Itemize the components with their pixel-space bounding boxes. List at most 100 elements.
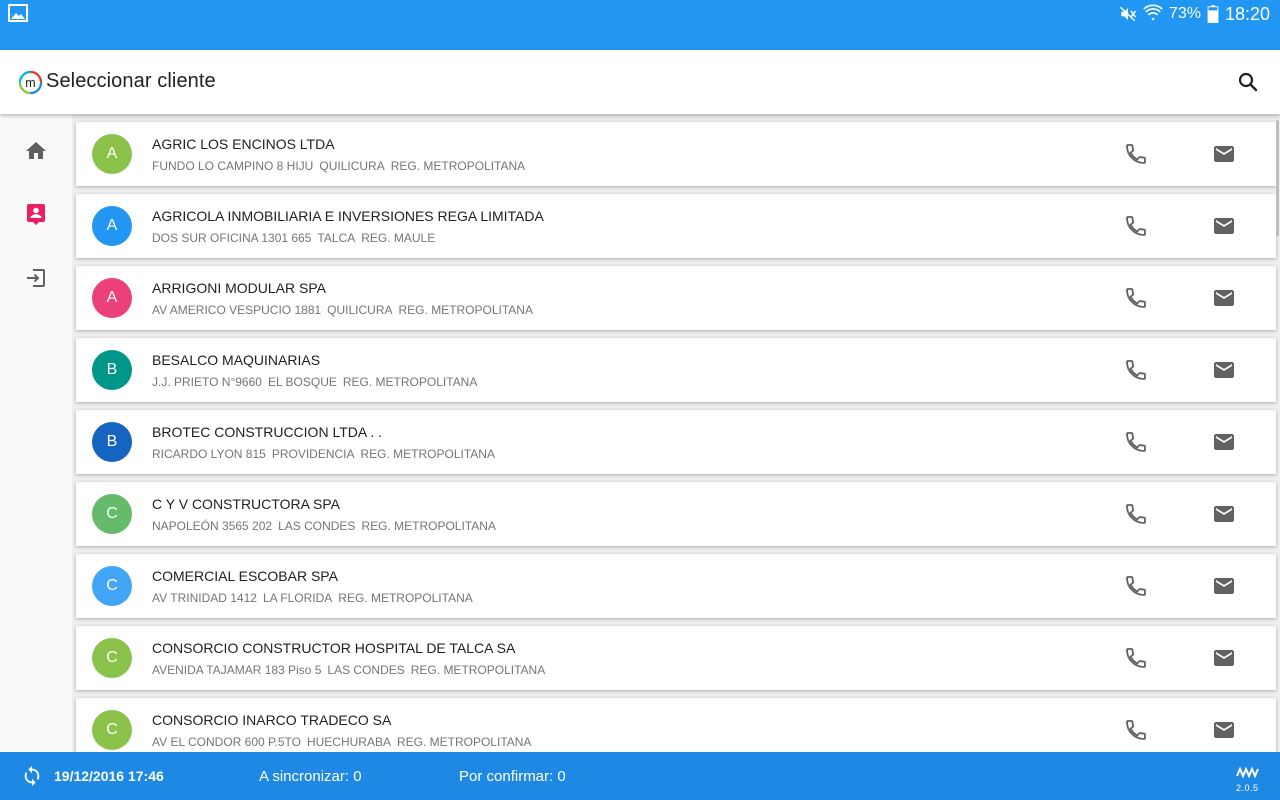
address-city: QUILICURA <box>327 303 393 317</box>
client-row[interactable]: C CONSORCIO CONSTRUCTOR HOSPITAL DE TALC… <box>76 626 1276 690</box>
email-icon[interactable] <box>1212 574 1236 598</box>
app-logo-letter: m <box>25 76 35 90</box>
client-row[interactable]: C COMERCIAL ESCOBAR SPA AV TRINIDAD 1412… <box>76 554 1276 618</box>
avatar-initial: C <box>106 721 118 738</box>
search-icon[interactable] <box>1236 70 1260 94</box>
client-avatar: C <box>92 566 132 606</box>
address-region: REG. METROPOLITANA <box>398 303 533 317</box>
address-region: REG. METROPOLITANA <box>410 663 546 677</box>
last-sync-datetime: 19/12/2016 17:46 <box>54 768 164 784</box>
address-street: RICARDO LYON 815 <box>152 447 266 461</box>
phone-icon[interactable] <box>1124 646 1148 670</box>
address-street: AV EL CONDOR 600 P.5TO <box>152 735 301 749</box>
client-address: FUNDO LO CAMPINO 8 HIJU QUILICURA REG. MET… <box>152 159 525 173</box>
email-icon[interactable] <box>1212 646 1236 670</box>
system-status-bar: 73% 18:20 <box>0 0 1280 50</box>
client-avatar: B <box>92 350 132 390</box>
sync-status-bar: 19/12/2016 17:46 A sincronizar: 0 Por co… <box>0 752 1280 800</box>
address-street: AVENIDA TAJAMAR 183 Piso 5 <box>152 663 322 677</box>
address-city: HUECHURABA <box>306 735 391 749</box>
address-region: REG. MAULE <box>361 231 436 245</box>
status-indicators: 73% 18:20 <box>1119 2 1270 26</box>
client-address: J.J. PRIETO N°9660 EL BOSQUE REG. METROPOL… <box>152 375 477 389</box>
phone-icon[interactable] <box>1124 214 1148 238</box>
clock: 18:20 <box>1224 3 1270 24</box>
phone-icon[interactable] <box>1124 502 1148 526</box>
client-avatar: C <box>92 710 132 750</box>
app-bar: m Seleccionar cliente <box>0 50 1280 114</box>
exit-icon[interactable] <box>24 266 48 290</box>
address-city: QUILICURA <box>319 159 385 173</box>
avatar-initial: C <box>106 505 118 522</box>
app-version: 2.0.5 <box>1236 783 1259 793</box>
address-street: AV AMERICO VESPUCIO 1881 <box>152 303 322 317</box>
client-address: AV AMERICO VESPUCIO 1881 QUILICURA REG. ME… <box>152 303 533 317</box>
address-city: TALCA <box>317 231 356 245</box>
client-name: CONSORCIO CONSTRUCTOR HOSPITAL DE TALCA … <box>152 640 516 656</box>
phone-icon[interactable] <box>1124 430 1148 454</box>
client-avatar: C <box>92 494 132 534</box>
client-name: COMERCIAL ESCOBAR SPA <box>152 568 338 584</box>
address-city: LAS CONDES <box>327 663 405 677</box>
client-avatar: A <box>92 134 132 174</box>
client-avatar: A <box>92 278 132 318</box>
address-region: REG. METROPOLITANA <box>396 735 532 749</box>
sync-icon[interactable] <box>21 765 43 787</box>
address-city: EL BOSQUE <box>267 375 337 389</box>
avatar-initial: B <box>106 361 118 378</box>
pending-confirm-count: Por confirmar: 0 <box>459 768 566 785</box>
address-street: AV TRINIDAD 1412 <box>152 591 257 605</box>
battery-icon <box>1207 5 1219 23</box>
avatar-initial: C <box>106 577 118 594</box>
client-row[interactable]: A AGRICOLA INMOBILIARIA E INVERSIONES RE… <box>76 194 1276 258</box>
client-name: BESALCO MAQUINARIAS <box>152 352 321 368</box>
gallery-notification-icon <box>8 4 28 22</box>
page-title: Seleccionar cliente <box>46 70 216 92</box>
address-region: REG. METROPOLITANA <box>338 591 473 605</box>
address-region: REG. METROPOLITANA <box>361 519 496 533</box>
client-address: NAPOLEÓN 3565 202 LAS CONDES REG. METROPOL… <box>152 519 496 533</box>
email-icon[interactable] <box>1212 142 1236 166</box>
client-row[interactable]: A AGRIC LOS ENCINOS LTDA FUNDO LO CAMPIN… <box>76 122 1276 186</box>
avatar-initial: A <box>106 289 118 306</box>
client-row[interactable]: A ARRIGONI MODULAR SPA AV AMERICO VESPUC… <box>76 266 1276 330</box>
address-street: FUNDO LO CAMPINO 8 HIJU <box>152 159 314 173</box>
client-address: AV EL CONDOR 600 P.5TO HUECHURABA REG. MET… <box>152 735 531 749</box>
email-icon[interactable] <box>1212 286 1236 310</box>
client-name: C Y V CONSTRUCTORA SPA <box>152 496 341 512</box>
scrollbar[interactable] <box>1276 120 1279 236</box>
address-street: J.J. PRIETO N°9660 <box>152 375 262 389</box>
client-name: BROTEC CONSTRUCCION LTDA . . <box>152 424 382 440</box>
email-icon[interactable] <box>1212 214 1236 238</box>
phone-icon[interactable] <box>1124 142 1148 166</box>
email-icon[interactable] <box>1212 502 1236 526</box>
address-city: LA FLORIDA <box>262 591 333 605</box>
email-icon[interactable] <box>1212 718 1236 742</box>
client-row[interactable]: C C Y V CONSTRUCTORA SPA NAPOLEÓN 3565 2… <box>76 482 1276 546</box>
address-street: DOS SUR OFICINA 1301 665 <box>152 231 312 245</box>
client-row[interactable]: B BESALCO MAQUINARIAS J.J. PRIETO N°9660… <box>76 338 1276 402</box>
address-region: REG. METROPOLITANA <box>360 447 495 461</box>
email-icon[interactable] <box>1212 430 1236 454</box>
client-name: AGRIC LOS ENCINOS LTDA <box>152 136 335 152</box>
side-nav <box>0 114 72 752</box>
mute-icon <box>1119 6 1137 22</box>
phone-icon[interactable] <box>1124 358 1148 382</box>
client-avatar: C <box>92 638 132 678</box>
phone-icon[interactable] <box>1124 718 1148 742</box>
address-region: REG. METROPOLITANA <box>342 375 478 389</box>
contact-card-icon[interactable] <box>24 202 48 226</box>
wifi-icon <box>1143 4 1163 21</box>
client-row[interactable]: B BROTEC CONSTRUCCION LTDA . . RICARDO L… <box>76 410 1276 474</box>
pending-sync-count: A sincronizar: 0 <box>259 768 362 785</box>
app-logo-icon: m <box>18 70 43 95</box>
avatar-initial: A <box>106 145 118 162</box>
client-address: RICARDO LYON 815 PROVIDENCIA REG. METROPOL… <box>152 447 495 461</box>
phone-icon[interactable] <box>1124 574 1148 598</box>
client-row[interactable]: C CONSORCIO INARCO TRADECO SA AV EL COND… <box>76 698 1276 752</box>
phone-icon[interactable] <box>1124 286 1148 310</box>
email-icon[interactable] <box>1212 358 1236 382</box>
home-icon[interactable] <box>24 139 48 163</box>
brand-logo-icon <box>1236 766 1259 778</box>
client-list[interactable]: A AGRIC LOS ENCINOS LTDA FUNDO LO CAMPIN… <box>72 114 1280 752</box>
